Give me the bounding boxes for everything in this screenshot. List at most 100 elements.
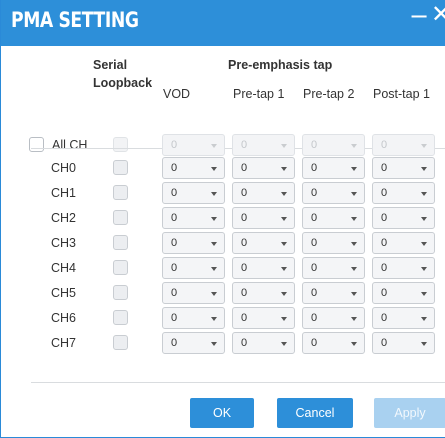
- pretap1-header: Pre-tap 1: [233, 87, 285, 101]
- channel-pretap1-select[interactable]: 0: [232, 307, 295, 329]
- chevron-down-icon: [211, 267, 217, 271]
- channel-posttap1-select[interactable]: 0: [372, 232, 435, 254]
- channel-pretap2-select-value: 0: [311, 162, 318, 174]
- channel-vod-select[interactable]: 0: [162, 232, 225, 254]
- all-ch-label: All CH: [52, 138, 88, 152]
- channel-vod-select[interactable]: 0: [162, 157, 225, 179]
- channel-vod-select-value: 0: [171, 187, 178, 199]
- channel-vod-select[interactable]: 0: [162, 257, 225, 279]
- chevron-down-icon: [421, 267, 427, 271]
- all-ch-pretap1-select: 0: [232, 134, 295, 156]
- chevron-down-icon: [421, 242, 427, 246]
- channel-pretap2-select-value: 0: [311, 237, 318, 249]
- channel-pretap1-select[interactable]: 0: [232, 232, 295, 254]
- channel-pretap1-select-value: 0: [241, 237, 248, 249]
- channel-label: CH6: [51, 311, 77, 325]
- chevron-down-icon: [351, 242, 357, 246]
- chevron-down-icon: [421, 342, 427, 346]
- channel-posttap1-select[interactable]: 0: [372, 157, 435, 179]
- posttap1-header: Post-tap 1: [373, 87, 430, 101]
- channel-pretap2-select[interactable]: 0: [302, 207, 365, 229]
- minimize-icon[interactable]: −: [409, 4, 429, 28]
- channel-pretap2-select[interactable]: 0: [302, 157, 365, 179]
- channel-vod-select-value: 0: [171, 287, 178, 299]
- channel-pretap1-select-value: 0: [241, 337, 248, 349]
- close-icon[interactable]: ✕: [431, 2, 445, 26]
- channel-pretap2-select[interactable]: 0: [302, 232, 365, 254]
- channel-pretap2-select[interactable]: 0: [302, 332, 365, 354]
- apply-button[interactable]: Apply: [374, 398, 445, 428]
- vod-header: VOD: [163, 87, 191, 101]
- channel-label: CH4: [51, 261, 77, 275]
- channel-pretap2-select-value: 0: [311, 337, 318, 349]
- channel-label: CH2: [51, 211, 77, 225]
- channel-posttap1-select[interactable]: 0: [372, 257, 435, 279]
- chevron-down-icon: [421, 144, 427, 148]
- all-ch-pretap2-select: 0: [302, 134, 365, 156]
- channel-loopback-checkbox[interactable]: [113, 185, 128, 200]
- all-ch-checkbox[interactable]: [29, 137, 44, 152]
- channel-pretap1-select[interactable]: 0: [232, 282, 295, 304]
- channel-pretap1-select-value: 0: [241, 312, 248, 324]
- channel-pretap2-select[interactable]: 0: [302, 257, 365, 279]
- chevron-down-icon: [281, 317, 287, 321]
- channel-loopback-checkbox[interactable]: [113, 335, 128, 350]
- channel-loopback-checkbox[interactable]: [113, 260, 128, 275]
- channel-label: CH1: [51, 186, 77, 200]
- pma-setting-dialog: PMA SETTING − ✕ Serial Loopback Pre-emph…: [0, 0, 445, 438]
- channel-pretap1-select[interactable]: 0: [232, 207, 295, 229]
- ok-button[interactable]: OK: [190, 398, 254, 428]
- chevron-down-icon: [351, 192, 357, 196]
- chevron-down-icon: [281, 267, 287, 271]
- chevron-down-icon: [421, 217, 427, 221]
- chevron-down-icon: [211, 217, 217, 221]
- channel-vod-select[interactable]: 0: [162, 207, 225, 229]
- chevron-down-icon: [351, 267, 357, 271]
- title-bar[interactable]: PMA SETTING − ✕: [1, 0, 445, 46]
- channel-pretap2-select[interactable]: 0: [302, 282, 365, 304]
- chevron-down-icon: [281, 192, 287, 196]
- channel-posttap1-select[interactable]: 0: [372, 207, 435, 229]
- channel-pretap2-select[interactable]: 0: [302, 182, 365, 204]
- chevron-down-icon: [281, 342, 287, 346]
- channel-posttap1-select-value: 0: [381, 162, 388, 174]
- channel-posttap1-select[interactable]: 0: [372, 182, 435, 204]
- channel-posttap1-select[interactable]: 0: [372, 332, 435, 354]
- channel-loopback-checkbox[interactable]: [113, 285, 128, 300]
- channel-loopback-checkbox[interactable]: [113, 210, 128, 225]
- all-ch-vod-select: 0: [162, 134, 225, 156]
- channel-label: CH0: [51, 161, 77, 175]
- channel-pretap1-select[interactable]: 0: [232, 157, 295, 179]
- channel-loopback-checkbox[interactable]: [113, 310, 128, 325]
- channel-vod-select[interactable]: 0: [162, 332, 225, 354]
- channel-pretap1-select[interactable]: 0: [232, 332, 295, 354]
- chevron-down-icon: [351, 217, 357, 221]
- cancel-button[interactable]: Cancel: [277, 398, 353, 428]
- channel-posttap1-select-value: 0: [381, 187, 388, 199]
- chevron-down-icon: [211, 242, 217, 246]
- channel-label: CH3: [51, 236, 77, 250]
- chevron-down-icon: [211, 144, 217, 148]
- channel-vod-select[interactable]: 0: [162, 282, 225, 304]
- channel-pretap2-select[interactable]: 0: [302, 307, 365, 329]
- channel-pretap1-select[interactable]: 0: [232, 257, 295, 279]
- channel-posttap1-select-value: 0: [381, 287, 388, 299]
- channel-loopback-checkbox[interactable]: [113, 235, 128, 250]
- channel-loopback-checkbox[interactable]: [113, 160, 128, 175]
- channel-vod-select[interactable]: 0: [162, 307, 225, 329]
- all-ch-posttap1-select-value: 0: [381, 139, 388, 151]
- chevron-down-icon: [421, 167, 427, 171]
- channel-posttap1-select[interactable]: 0: [372, 282, 435, 304]
- channel-vod-select-value: 0: [171, 162, 178, 174]
- chevron-down-icon: [351, 292, 357, 296]
- chevron-down-icon: [421, 292, 427, 296]
- channel-pretap1-select-value: 0: [241, 262, 248, 274]
- channel-pretap2-select-value: 0: [311, 212, 318, 224]
- chevron-down-icon: [211, 192, 217, 196]
- channel-vod-select[interactable]: 0: [162, 182, 225, 204]
- chevron-down-icon: [351, 144, 357, 148]
- channel-pretap1-select[interactable]: 0: [232, 182, 295, 204]
- channel-vod-select-value: 0: [171, 237, 178, 249]
- channel-posttap1-select[interactable]: 0: [372, 307, 435, 329]
- serial-header: Serial: [93, 58, 128, 72]
